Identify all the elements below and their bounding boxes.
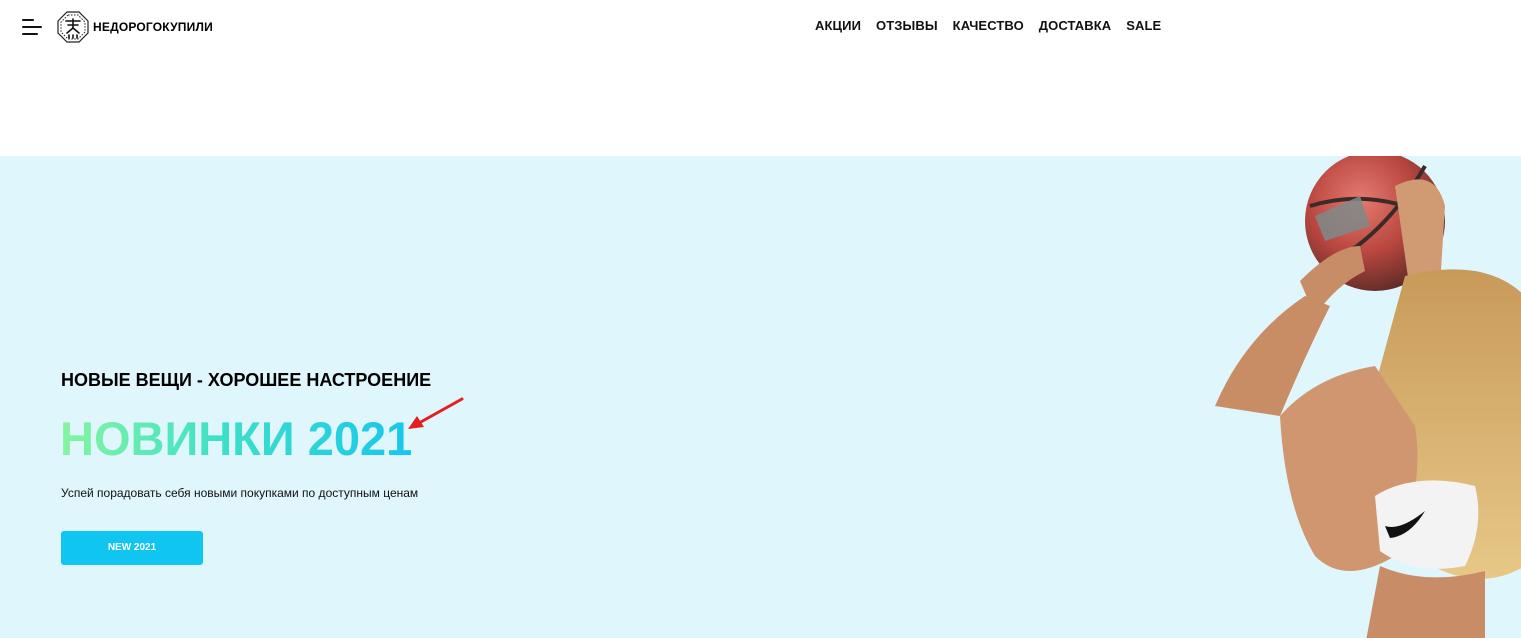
- hero-banner: НОВЫЕ ВЕЩИ - ХОРОШЕЕ НАСТРОЕНИЕ НОВИНКИ …: [0, 156, 1521, 638]
- nav-link-delivery[interactable]: ДОСТАВКА: [1039, 18, 1111, 33]
- main-nav: АКЦИИ ОТЗЫВЫ КАЧЕСТВО ДОСТАВКА SALE: [815, 18, 1161, 33]
- red-arrow-icon: [408, 397, 464, 429]
- site-header: НЕДОРОГОКУПИЛИ АКЦИИ ОТЗЫВЫ КАЧЕСТВО ДОС…: [0, 0, 1521, 52]
- nav-link-sale[interactable]: SALE: [1126, 18, 1161, 33]
- logo-link[interactable]: НЕДОРОГОКУПИЛИ: [57, 11, 213, 43]
- logo-emblem-icon: [57, 11, 89, 43]
- nav-link-quality[interactable]: КАЧЕСТВО: [953, 18, 1024, 33]
- hero-description: Успей порадовать себя новыми покупками п…: [61, 486, 419, 500]
- nav-link-promotions[interactable]: АКЦИИ: [815, 18, 861, 33]
- new-2021-button[interactable]: NEW 2021: [61, 531, 203, 565]
- hamburger-menu-icon[interactable]: [22, 18, 44, 36]
- hero-title: НОВИНКИ 2021: [60, 412, 413, 465]
- hero-subtitle: НОВЫЕ ВЕЩИ - ХОРОШЕЕ НАСТРОЕНИЕ: [61, 370, 432, 390]
- hero-photo-athlete: [1215, 156, 1521, 638]
- logo-text: НЕДОРОГОКУПИЛИ: [93, 20, 213, 34]
- nav-link-reviews[interactable]: ОТЗЫВЫ: [876, 18, 938, 33]
